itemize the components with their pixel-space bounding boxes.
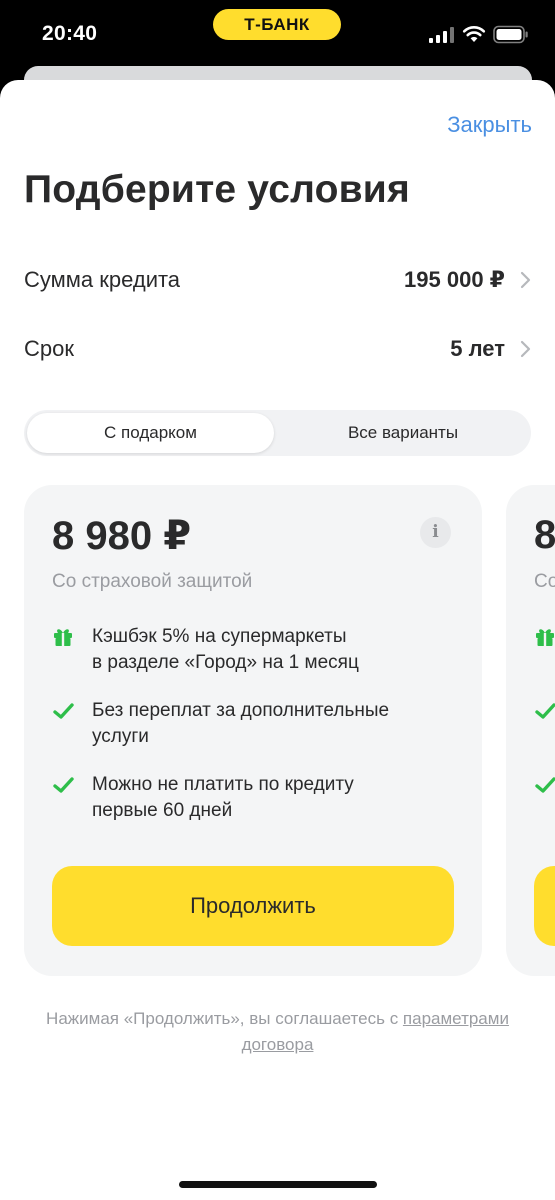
wifi-icon xyxy=(462,26,486,42)
tab-all-options[interactable]: Все варианты xyxy=(278,413,528,453)
next-offer-card[interactable]: 8 Со xyxy=(506,485,555,976)
agreement-disclaimer: Нажимая «Продолжить», вы соглашаетесь с … xyxy=(40,1006,515,1058)
feature-item: Без переплат за дополнительные услуги xyxy=(52,698,472,750)
feature-text: Кэшбэк 5% на супермаркеты в разделе «Гор… xyxy=(92,626,359,673)
continue-button[interactable]: Продолжить xyxy=(52,866,454,946)
next-offer-button[interactable] xyxy=(534,866,555,946)
check-icon xyxy=(53,777,74,793)
battery-icon xyxy=(493,25,528,44)
feature-text: Без переплат за дополнительные услуги xyxy=(92,700,390,747)
chevron-right-icon xyxy=(520,271,531,289)
conditions-sheet: Закрыть Подберите условия Сумма кредита … xyxy=(0,80,555,1200)
next-offer-price: 8 xyxy=(534,513,555,557)
check-icon xyxy=(535,777,555,793)
gift-icon xyxy=(54,629,72,646)
loan-amount-label: Сумма кредита xyxy=(24,267,181,292)
info-icon[interactable]: i xyxy=(420,517,451,548)
offer-card: 8 980 ₽ i Со страховой защитой Кэшбэк 5%… xyxy=(24,485,482,976)
next-offer-subtitle: Со xyxy=(534,571,555,592)
status-bar: 20:40 Т-БАНК xyxy=(0,0,555,66)
offer-type-segmented-control: С подарком Все варианты xyxy=(24,410,531,456)
feature-text: Можно не платить по кредиту первые 60 дн… xyxy=(92,774,354,821)
brand-badge: Т-БАНК xyxy=(213,9,341,40)
disclaimer-text: Нажимая «Продолжить», вы соглашаетесь с xyxy=(46,1009,403,1028)
loan-term-value: 5 лет xyxy=(450,336,505,361)
feature-item: Можно не платить по кредиту первые 60 дн… xyxy=(52,772,472,824)
status-time: 20:40 xyxy=(42,22,98,45)
offer-subtitle: Со страховой защитой xyxy=(52,571,253,592)
feature-item: Кэшбэк 5% на супермаркеты в разделе «Гор… xyxy=(52,624,472,676)
loan-term-row[interactable]: Срок 5 лет xyxy=(24,327,531,371)
check-icon xyxy=(535,703,555,719)
check-icon xyxy=(53,703,74,719)
screen: 20:40 Т-БАНК Закрыть Подберите условия С… xyxy=(0,0,555,1200)
cellular-signal-icon xyxy=(429,27,454,43)
monthly-payment: 8 980 ₽ xyxy=(52,514,192,558)
page-title: Подберите условия xyxy=(24,168,410,211)
loan-amount-row[interactable]: Сумма кредита 195 000 ₽ xyxy=(24,258,531,302)
gift-icon xyxy=(536,629,554,646)
loan-term-label: Срок xyxy=(24,336,74,361)
tab-with-gift[interactable]: С подарком xyxy=(27,413,274,453)
home-indicator xyxy=(179,1181,377,1188)
chevron-right-icon xyxy=(520,340,531,358)
loan-amount-value: 195 000 ₽ xyxy=(404,267,505,292)
close-button[interactable]: Закрыть xyxy=(447,112,532,138)
